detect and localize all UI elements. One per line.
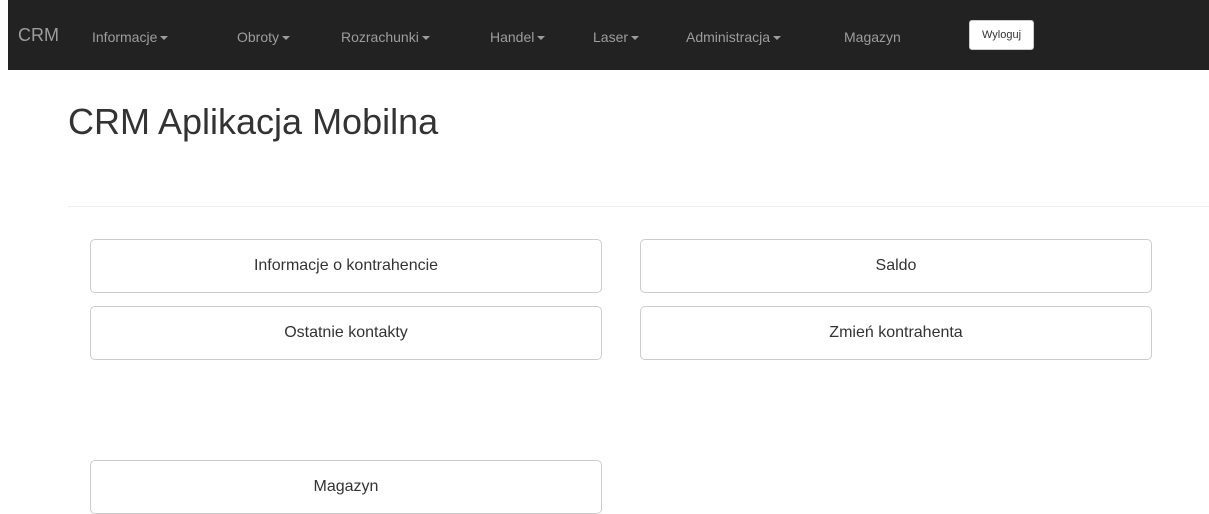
balance-button[interactable]: Saldo bbox=[640, 239, 1152, 293]
nav-item-label: Handel bbox=[490, 29, 535, 45]
page-title: CRM Aplikacja Mobilna bbox=[68, 101, 439, 142]
nav-item-magazyn[interactable]: Magazyn bbox=[844, 28, 901, 46]
nav-item-label: Informacje bbox=[92, 29, 158, 45]
warehouse-button[interactable]: Magazyn bbox=[90, 460, 602, 514]
caret-down-icon bbox=[631, 36, 640, 41]
caret-down-icon bbox=[160, 36, 169, 41]
caret-down-icon bbox=[421, 36, 430, 41]
nav-item-handel[interactable]: Handel bbox=[490, 28, 546, 46]
caret-down-icon bbox=[773, 36, 782, 41]
customer-info-button[interactable]: Informacje o kontrahencie bbox=[90, 239, 602, 293]
nav-item-administracja[interactable]: Administracja bbox=[686, 28, 782, 46]
logout-button[interactable]: Wyloguj bbox=[969, 20, 1034, 50]
top-navbar: CRM Informacje Obroty Rozrachunki Handel… bbox=[8, 0, 1209, 70]
nav-item-label: Laser bbox=[593, 29, 629, 45]
nav-item-label: Obroty bbox=[237, 29, 280, 45]
nav-item-label: Rozrachunki bbox=[341, 29, 419, 45]
divider bbox=[68, 206, 1209, 207]
nav-item-laser[interactable]: Laser bbox=[593, 28, 640, 46]
change-customer-button[interactable]: Zmień kontrahenta bbox=[640, 306, 1152, 360]
nav-item-label: Magazyn bbox=[844, 29, 901, 45]
nav-item-informacje[interactable]: Informacje bbox=[92, 28, 169, 46]
recent-contacts-button[interactable]: Ostatnie kontakty bbox=[90, 306, 602, 360]
nav-item-label: Administracja bbox=[686, 29, 771, 45]
navbar-brand[interactable]: CRM bbox=[18, 25, 59, 45]
nav-item-obroty[interactable]: Obroty bbox=[237, 28, 291, 46]
caret-down-icon bbox=[282, 36, 291, 41]
caret-down-icon bbox=[537, 36, 546, 41]
nav-item-rozrachunki[interactable]: Rozrachunki bbox=[341, 28, 430, 46]
